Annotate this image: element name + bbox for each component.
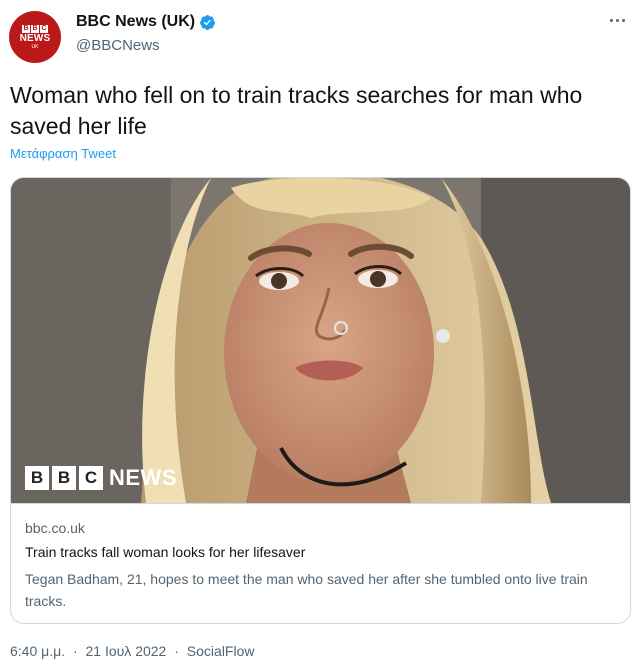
meta-separator: ·	[72, 643, 78, 659]
link-card[interactable]: B B C NEWS bbc.co.uk Train tracks fall w…	[10, 177, 631, 624]
card-body[interactable]: bbc.co.uk Train tracks fall woman looks …	[11, 503, 630, 623]
avatar-bbc-blocks: B B C	[22, 24, 48, 33]
more-options-icon[interactable]	[606, 12, 628, 28]
more-dot	[615, 18, 619, 22]
more-dot	[621, 18, 625, 22]
tweet-source[interactable]: SocialFlow	[187, 643, 255, 659]
meta-separator: ·	[174, 643, 179, 659]
author-handle[interactable]: @BBCNews	[76, 37, 160, 54]
tweet-header: B B C NEWS UK BBC News (UK) @BBCNews	[0, 0, 640, 70]
avatar-block-b1: B	[22, 24, 30, 33]
avatar-block-b2: B	[31, 24, 39, 33]
card-domain: bbc.co.uk	[25, 520, 85, 536]
card-photo	[11, 178, 630, 503]
bbc-news-logo: B B C NEWS	[25, 465, 177, 491]
bbc-logo-block-b1: B	[25, 466, 49, 490]
tweet-date[interactable]: 21 Ιουλ 2022	[86, 643, 167, 659]
author-display-name[interactable]: BBC News (UK)	[76, 13, 195, 31]
avatar[interactable]: B B C NEWS UK	[9, 11, 61, 63]
card-title: Train tracks fall woman looks for her li…	[25, 544, 306, 560]
translate-tweet-link[interactable]: Μετάφραση Tweet	[10, 146, 116, 161]
card-image[interactable]: B B C NEWS	[11, 178, 630, 503]
avatar-news-word: NEWS	[19, 32, 51, 44]
more-dot	[609, 18, 613, 22]
bbc-logo-news-word: NEWS	[109, 465, 177, 490]
avatar-region: UK	[31, 43, 39, 50]
verified-badge-icon	[200, 14, 216, 30]
card-description: Tegan Badham, 21, hopes to meet the man …	[25, 571, 588, 609]
author-name-row: BBC News (UK)	[76, 13, 216, 31]
avatar-block-c: C	[40, 24, 48, 33]
tweet-text: Woman who fell on to train tracks search…	[10, 82, 583, 139]
bbc-logo-block-b2: B	[52, 466, 76, 490]
tweet-meta: 6:40 μ.μ. · 21 Ιουλ 2022 · SocialFlow	[10, 643, 255, 659]
bbc-logo-block-c: C	[79, 466, 103, 490]
tweet-time[interactable]: 6:40 μ.μ.	[10, 643, 65, 659]
